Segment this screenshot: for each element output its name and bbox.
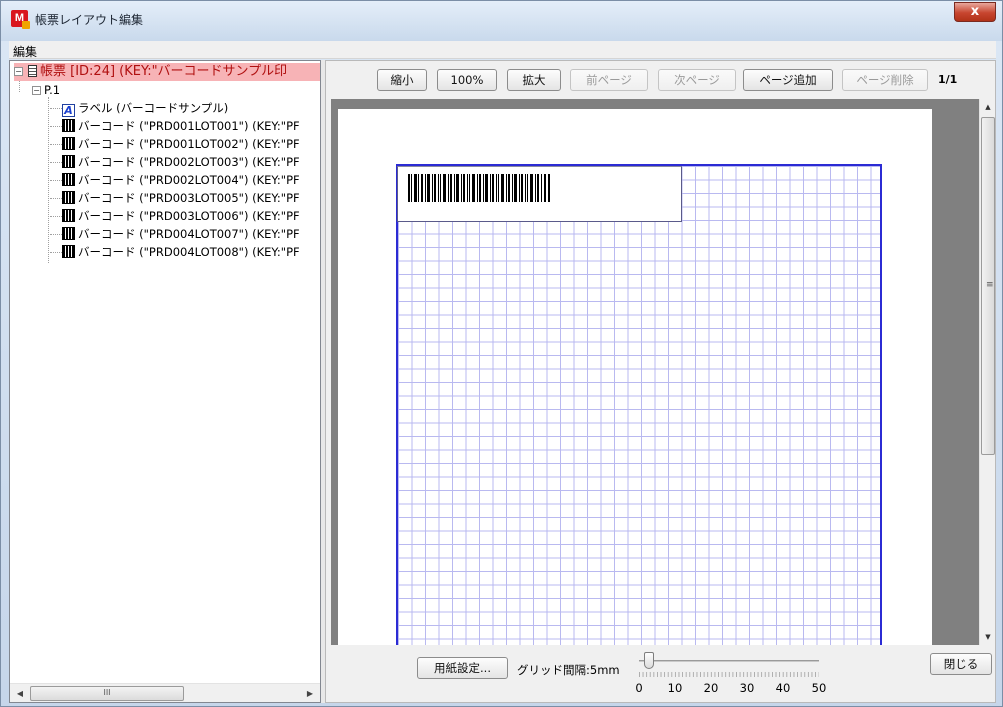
scroll-thumb[interactable]: III (30, 686, 184, 701)
canvas-vertical-scrollbar[interactable]: ▲ ≡ ▼ (979, 99, 995, 645)
tree-item-text: バーコード ("PRD002LOT003") (KEY:"PF (78, 155, 300, 169)
zoom-100-button[interactable]: 100% (437, 69, 497, 91)
label-icon: A (62, 104, 75, 117)
scroll-thumb[interactable]: ≡ (981, 117, 995, 455)
tree-item-barcode[interactable]: バーコード ("PRD003LOT006") (KEY:"PF (50, 207, 300, 225)
tree-item-text: ラベル (バーコードサンプル) (78, 101, 229, 115)
paper-settings-button[interactable]: 用紙設定... (417, 657, 508, 679)
delete-page-button[interactable]: ページ削除 (842, 69, 928, 91)
tree-root-label: 帳票 [ID:24] (KEY:"バーコードサンプル印 (40, 64, 288, 79)
tree-item-page-label: P.1 (44, 83, 61, 97)
barcode-icon (62, 191, 75, 204)
grid-spacing-label: グリッド間隔:5mm (517, 663, 620, 677)
barcode-icon (62, 155, 75, 168)
tree-item-text: バーコード ("PRD004LOT008") (KEY:"PF (78, 245, 300, 259)
tree-item-text: バーコード ("PRD004LOT007") (KEY:"PF (78, 227, 300, 241)
tree-item-barcode[interactable]: バーコード ("PRD001LOT002") (KEY:"PF (50, 135, 300, 153)
close-button[interactable]: 閉じる (930, 653, 992, 675)
slider-thumb[interactable] (644, 652, 654, 669)
tree-line (48, 97, 49, 263)
app-window: M 帳票レイアウト編集 x 編集 − 帳票 [ID:24] (KEY:"バーコー… (0, 0, 1003, 707)
zoom-in-button[interactable]: 拡大 (507, 69, 561, 91)
barcode-element[interactable] (397, 166, 682, 222)
grip-icon: ≡ (986, 280, 994, 290)
scroll-right-icon[interactable]: ▶ (302, 686, 318, 701)
zoom-out-button[interactable]: 縮小 (377, 69, 427, 91)
layout-tree-panel: − 帳票 [ID:24] (KEY:"バーコードサンプル印 − P.1 A ラベル… (9, 60, 321, 703)
slider-tick-label: 10 (667, 681, 683, 695)
editor-toolbar: 縮小 100% 拡大 前ページ 次ページ ページ追加 ページ削除 1/1 (326, 61, 995, 99)
tree-item-page[interactable]: − P.1 (32, 81, 60, 99)
tree-item-label[interactable]: A ラベル (バーコードサンプル) (50, 99, 228, 117)
barcode-icon (62, 245, 75, 258)
slider-tick-label: 0 (635, 681, 643, 695)
tree-item-barcode[interactable]: バーコード ("PRD002LOT003") (KEY:"PF (50, 153, 300, 171)
tree-item-barcode[interactable]: バーコード ("PRD001LOT001") (KEY:"PF (50, 117, 300, 135)
tree-item-text: バーコード ("PRD001LOT002") (KEY:"PF (78, 137, 300, 151)
barcode-icon (62, 209, 75, 222)
window-close-button[interactable]: x (954, 2, 996, 22)
prev-page-button[interactable]: 前ページ (570, 69, 648, 91)
scroll-down-icon[interactable]: ▼ (980, 629, 996, 645)
tree-root-report[interactable]: − 帳票 [ID:24] (KEY:"バーコードサンプル印 (14, 63, 320, 81)
collapse-icon[interactable]: − (32, 86, 41, 95)
tree-item-text: バーコード ("PRD001LOT001") (KEY:"PF (78, 119, 300, 133)
tree-item-barcode[interactable]: バーコード ("PRD003LOT005") (KEY:"PF (50, 189, 300, 207)
layout-grid[interactable] (396, 164, 882, 645)
paper-sheet (338, 109, 932, 645)
layout-canvas[interactable] (331, 99, 979, 645)
grid-spacing-slider[interactable] (639, 660, 819, 662)
slider-tick-label: 40 (775, 681, 791, 695)
barcode-icon (62, 227, 75, 240)
collapse-icon[interactable]: − (14, 67, 23, 76)
window-title: 帳票レイアウト編集 (35, 13, 144, 27)
editor-bottom-bar: 用紙設定... グリッド間隔:5mm 0 10 20 30 40 50 閉じる (326, 645, 995, 702)
barcode-icon (62, 173, 75, 186)
layout-editor-panel: 縮小 100% 拡大 前ページ 次ページ ページ追加 ページ削除 1/1 ▲ ≡… (325, 60, 996, 703)
tree-horizontal-scrollbar[interactable]: ◀ III ▶ (10, 683, 320, 702)
slider-tick-label: 20 (703, 681, 719, 695)
document-icon (28, 65, 37, 77)
tree-item-barcode[interactable]: バーコード ("PRD004LOT007") (KEY:"PF (50, 225, 300, 243)
scroll-up-icon[interactable]: ▲ (980, 99, 996, 115)
tree-item-barcode[interactable]: バーコード ("PRD004LOT008") (KEY:"PF (50, 243, 300, 261)
menu-bar: 編集 (9, 41, 996, 59)
slider-tick-label: 50 (811, 681, 827, 695)
page-indicator: 1/1 (938, 73, 958, 86)
barcode-graphic (408, 174, 550, 202)
tree-item-text: バーコード ("PRD002LOT004") (KEY:"PF (78, 173, 300, 187)
slider-tick-label: 30 (739, 681, 755, 695)
barcode-icon (62, 119, 75, 132)
slider-ticks (639, 672, 819, 677)
tree-item-barcode[interactable]: バーコード ("PRD002LOT004") (KEY:"PF (50, 171, 300, 189)
menu-item-edit[interactable]: 編集 (13, 43, 37, 60)
tree-item-text: バーコード ("PRD003LOT005") (KEY:"PF (78, 191, 300, 205)
scroll-left-icon[interactable]: ◀ (12, 686, 28, 701)
app-logo-icon: M (11, 10, 30, 29)
barcode-icon (62, 137, 75, 150)
tree-item-text: バーコード ("PRD003LOT006") (KEY:"PF (78, 209, 300, 223)
layout-tree: − 帳票 [ID:24] (KEY:"バーコードサンプル印 − P.1 A ラベル… (10, 61, 320, 683)
title-bar: M 帳票レイアウト編集 x (1, 1, 1002, 41)
add-page-button[interactable]: ページ追加 (743, 69, 833, 91)
next-page-button[interactable]: 次ページ (658, 69, 736, 91)
